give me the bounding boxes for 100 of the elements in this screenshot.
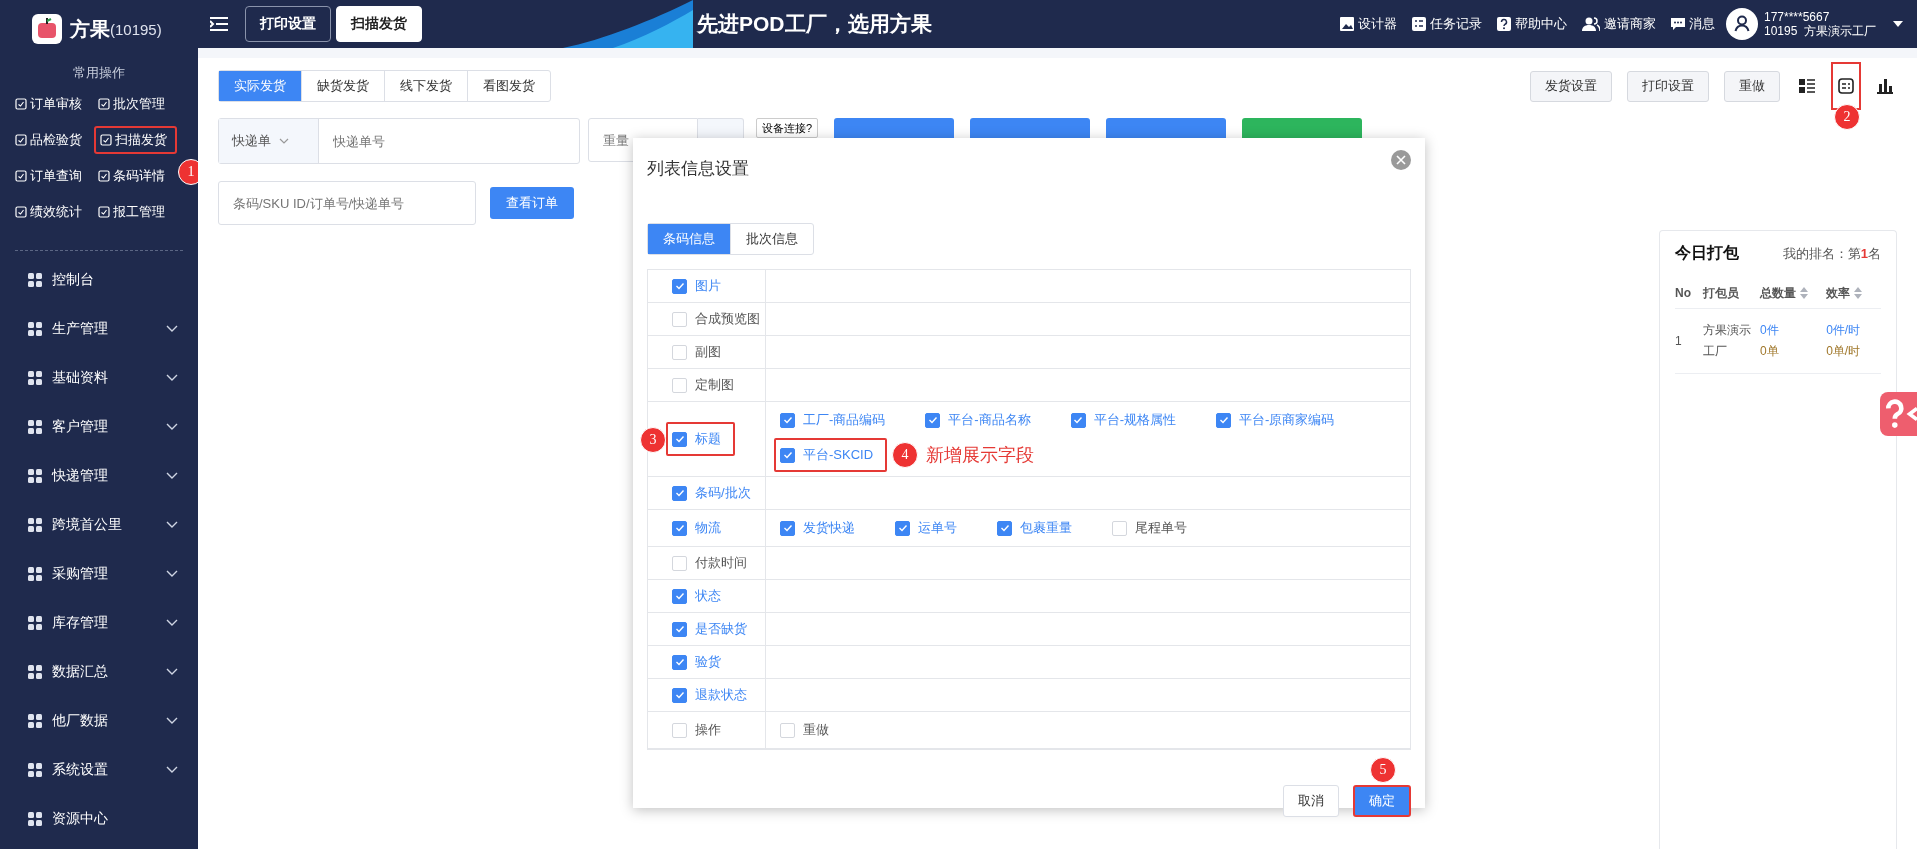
checkbox[interactable] [895,520,910,536]
quick-action-link[interactable]: 扫描发货 [94,126,177,154]
quick-action-link[interactable]: 绩效统计 [11,198,86,226]
checkbox[interactable] [925,412,941,428]
checkbox-option[interactable]: 退款状态 [666,681,753,709]
checkbox[interactable] [672,485,687,501]
bar-chart-icon[interactable] [1877,78,1893,94]
list-view-icon[interactable] [1799,78,1815,94]
checkbox-option[interactable]: 标题 [666,422,735,456]
tab[interactable]: 缺货发货 [301,71,384,101]
header-tab[interactable]: 扫描发货 [336,6,422,42]
checkbox[interactable] [780,412,795,428]
tab[interactable]: 看图发货 [467,71,550,101]
cancel-button[interactable]: 取消 [1283,785,1339,817]
tab[interactable]: 条码信息 [648,224,730,254]
checkbox-option[interactable]: 定制图 [666,371,740,399]
checkbox[interactable] [672,588,687,604]
quick-action-link[interactable]: 批次管理 [94,90,169,118]
nav-item[interactable]: 客户管理 [0,402,198,451]
chevron-icon[interactable] [166,520,178,529]
chevron-icon[interactable] [166,765,178,774]
checkbox-option[interactable]: 重做 [774,716,835,744]
chevron-icon[interactable] [166,618,178,627]
chevron-icon[interactable] [166,667,178,676]
sort-icon[interactable] [1800,287,1809,299]
search-field[interactable]: 条码/SKU ID/订单号/快递单号 [218,181,476,225]
chevron-icon[interactable] [166,569,178,578]
checkbox-option[interactable]: 条码/批次 [666,479,757,507]
device-button[interactable]: 设备连接? [756,118,819,138]
checkbox-option[interactable]: 状态 [666,582,727,610]
caret-icon[interactable] [1893,21,1903,27]
checkbox-option[interactable]: 图片 [666,272,727,300]
nav-item[interactable]: 快递管理 [0,451,198,500]
chevron-icon[interactable] [166,324,178,333]
checkbox-option[interactable]: 是否缺货 [666,615,753,643]
chevron-icon[interactable] [166,471,178,480]
nav-item[interactable]: 采购管理 [0,549,198,598]
quick-action-link[interactable]: 订单查询 [11,162,86,190]
checkbox-option[interactable]: 工厂-商品编码 [774,406,892,434]
header-link[interactable]: 设计器 [1339,15,1397,33]
toolbar-button[interactable]: 重做 [1724,70,1780,102]
checkbox[interactable] [672,687,687,703]
checkbox[interactable] [780,447,795,463]
header-link[interactable]: 帮助中心 [1496,15,1567,33]
checkbox-option[interactable]: 验货 [666,648,727,676]
checkbox[interactable] [672,520,687,536]
nav-item[interactable]: 跨境首公里 [0,500,198,549]
checkbox-option[interactable]: 合成预览图 [666,305,766,333]
checkbox[interactable] [780,520,795,536]
quick-action-link[interactable]: 订单审核 [11,90,86,118]
confirm-button[interactable]: 确定 [1353,785,1411,817]
nav-item[interactable]: 基础资料 [0,353,198,402]
avatar-icon[interactable] [1725,8,1758,40]
nav-item[interactable]: 生产管理 [0,304,198,353]
checkbox[interactable] [672,654,687,670]
checkbox[interactable] [1216,412,1232,428]
checkbox-option[interactable]: 包裹重量 [991,514,1078,542]
checkbox-option[interactable]: 付款时间 [666,549,753,577]
checkbox-option[interactable]: 平台-商品名称 [919,406,1037,434]
form-view-icon[interactable] [1838,78,1854,94]
checkbox[interactable] [997,520,1012,536]
checkbox-option[interactable]: 物流 [666,514,727,542]
field-type-select[interactable]: 快递单 [219,119,319,163]
header-link[interactable]: 邀请商家 [1581,15,1656,33]
header-link[interactable]: 消息 [1670,15,1715,33]
quick-action-link[interactable]: 品检验货 [11,126,86,154]
close-icon[interactable] [1391,150,1411,170]
toolbar-button[interactable]: 打印设置 [1627,70,1709,102]
checkbox[interactable] [672,621,687,637]
nav-item[interactable]: 系统设置 [0,745,198,794]
chevron-icon[interactable] [166,373,178,382]
checkbox[interactable] [672,431,687,447]
nav-item[interactable]: 他厂数据 [0,696,198,745]
chevron-icon[interactable] [166,422,178,431]
quick-action-link[interactable]: 条码详情 [94,162,169,190]
checkbox-option[interactable]: 平台-规格属性 [1064,406,1183,434]
checkbox-option[interactable]: 运单号 [889,514,963,542]
tab[interactable]: 批次信息 [730,224,813,254]
sort-icon[interactable] [1854,287,1863,299]
checkbox-option[interactable]: 平台-原商家编码 [1210,406,1341,434]
header-link[interactable]: 任务记录 [1411,15,1482,33]
nav-item[interactable]: 数据汇总 [0,647,198,696]
chevron-icon[interactable] [166,716,178,725]
tracking-field[interactable]: 快递单 快递单号 [218,118,580,164]
nav-item[interactable]: 库存管理 [0,598,198,647]
header-tab[interactable]: 打印设置 [245,6,331,42]
quick-action-link[interactable]: 报工管理 [94,198,169,226]
menu-icon[interactable] [210,17,228,31]
checkbox-option[interactable]: 发货快递 [774,514,861,542]
checkbox-option[interactable]: 副图 [666,338,727,366]
nav-item[interactable]: 控制台 [0,255,198,304]
toolbar-button[interactable]: 发货设置 [1530,70,1612,102]
checkbox-option[interactable]: 尾程单号 [1106,514,1193,542]
checkbox[interactable] [1070,412,1086,428]
view-order-button[interactable]: 查看订单 [490,187,574,219]
checkbox[interactable] [672,278,687,294]
help-button[interactable] [1880,392,1917,436]
nav-item[interactable]: 资源中心 [0,794,198,843]
tab[interactable]: 实际发货 [219,71,301,101]
checkbox-option[interactable]: 操作 [666,716,727,744]
